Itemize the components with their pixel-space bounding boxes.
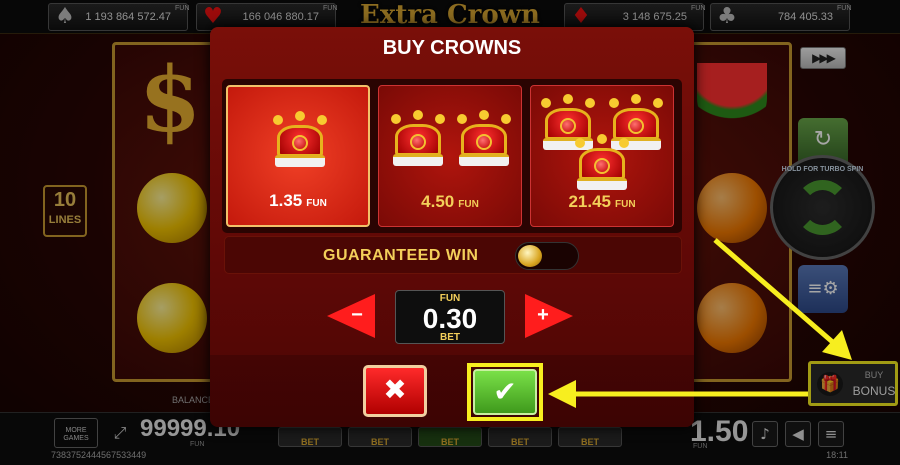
toggle-knob xyxy=(518,245,542,267)
dialog-title: BUY CROWNS xyxy=(382,37,522,59)
crown-icon xyxy=(389,110,447,166)
guaranteed-win-row: GUARANTEED WIN xyxy=(224,236,682,274)
offer-2-crowns[interactable]: 4.50 FUN xyxy=(378,85,522,227)
dialog-footer xyxy=(210,355,694,427)
guaranteed-win-toggle[interactable] xyxy=(515,242,579,270)
buy-crowns-dialog: BUY CROWNS 1.35 FUN 4.50 FUN 21.45 FUN G… xyxy=(210,27,694,427)
plus-icon: + xyxy=(537,304,549,326)
crown-icon xyxy=(573,134,631,190)
offer-price: 4.50 FUN xyxy=(421,192,479,211)
bet-amount: 0.30 xyxy=(422,303,478,334)
increase-bet-button[interactable]: + xyxy=(523,294,573,338)
game-screen: ♠ 1 193 864 572.47 FUN ♥ 166 046 880.17 … xyxy=(0,0,900,465)
cancel-button[interactable]: ✖ xyxy=(363,365,427,417)
crown-icon xyxy=(455,110,513,166)
decrease-bet-button[interactable]: − xyxy=(327,294,377,338)
confirm-button[interactable]: ✔ xyxy=(473,369,537,415)
bet-display: FUN 0.30 BET xyxy=(395,290,505,344)
offer-3-crowns[interactable]: 21.45 FUN xyxy=(530,85,674,227)
offer-price: 21.45 FUN xyxy=(568,192,636,211)
offer-price: 1.35 FUN xyxy=(269,191,327,210)
offer-1-crown[interactable]: 1.35 FUN xyxy=(226,85,370,227)
bet-stepper: − FUN 0.30 BET + xyxy=(327,290,577,346)
guaranteed-win-label: GUARANTEED WIN xyxy=(323,247,479,264)
minus-icon: − xyxy=(351,304,363,326)
crown-icon xyxy=(271,111,329,167)
close-icon: ✖ xyxy=(383,373,407,406)
offer-list: 1.35 FUN 4.50 FUN 21.45 FUN xyxy=(222,79,682,233)
bet-label: BET xyxy=(440,332,460,343)
check-icon: ✔ xyxy=(493,375,517,408)
